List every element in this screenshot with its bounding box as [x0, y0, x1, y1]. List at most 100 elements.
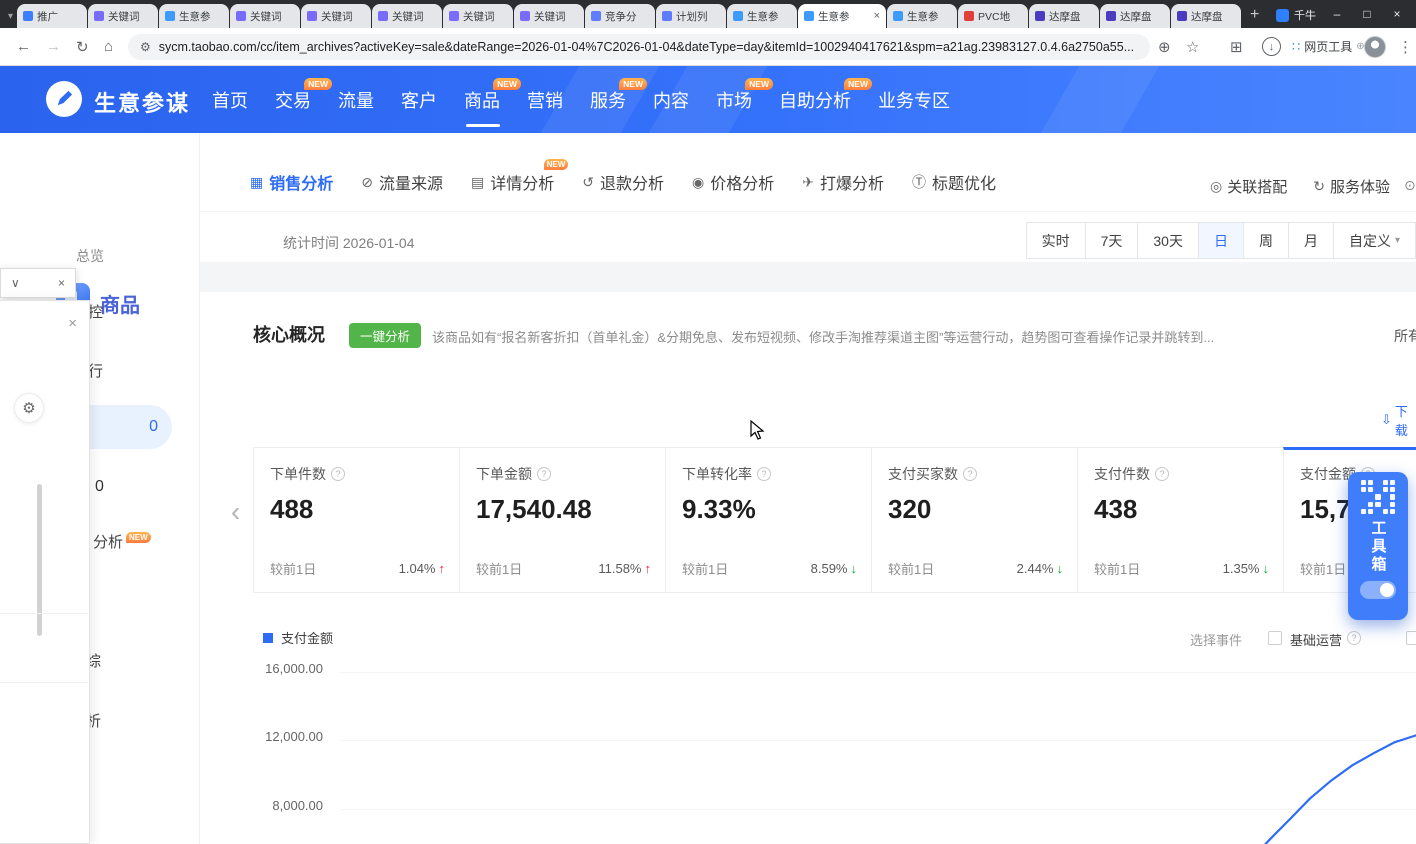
analysis-tab[interactable]: ▤ 详情分析 NEW [471, 170, 554, 194]
browser-menu-icon[interactable]: ⋮ [1398, 38, 1413, 56]
primary-nav-item[interactable]: 内容 NEW [653, 66, 689, 133]
forward-icon[interactable]: → [46, 38, 61, 55]
primary-nav-item[interactable]: 自助分析 NEW [779, 66, 851, 133]
date-range-button[interactable]: 7天 ▾ [1085, 222, 1139, 259]
tab-favicon [964, 11, 974, 21]
sycm-logo[interactable] [46, 81, 82, 117]
back-icon[interactable]: ← [16, 38, 31, 55]
gear-icon[interactable]: ⚙ [14, 393, 44, 423]
download-link[interactable]: ⇩ 下载 [1381, 401, 1416, 439]
analysis-tab[interactable]: ✈ 打爆分析 NEW [802, 170, 884, 194]
sidebar-menu-item[interactable]: 行 [88, 360, 103, 381]
one-click-analyze-button[interactable]: 一键分析 [349, 323, 421, 348]
browser-tab[interactable]: 达摩盘 × [1171, 4, 1241, 28]
analysis-tab[interactable]: ◉ 价格分析 NEW [692, 170, 774, 194]
tab-favicon [1035, 11, 1045, 21]
metric-card[interactable]: 支付件数 ? 438 较前1日 1.35% ↑ ↓ [1077, 447, 1284, 593]
browser-tab[interactable]: 生意参 × [798, 4, 886, 28]
window-control-button[interactable]: – [1322, 0, 1352, 28]
clipped-link-icon[interactable]: ⊙ [1404, 177, 1416, 194]
clipped-checkbox[interactable] [1406, 631, 1416, 645]
bookmark-star-icon[interactable]: ☆ [1186, 38, 1199, 56]
profile-avatar[interactable] [1364, 36, 1386, 58]
site-settings-icon[interactable]: ⚙ [140, 40, 151, 54]
date-range-button[interactable]: 周 ▾ [1243, 222, 1289, 259]
primary-nav-item[interactable]: 交易 NEW [275, 66, 311, 133]
collapse-icon[interactable]: ∨ [11, 276, 20, 290]
browser-tab[interactable]: 生意参 × [159, 4, 229, 28]
analysis-tab[interactable]: ⊘ 流量来源 NEW [361, 170, 443, 194]
reload-icon[interactable]: ↻ [76, 38, 89, 56]
toolbox-widget[interactable]: 工具箱 [1348, 472, 1408, 620]
toolbox-toggle[interactable] [1360, 581, 1396, 599]
sidebar-menu-item[interactable]: 控 [88, 301, 103, 322]
browser-tab[interactable]: 达摩盘 × [1029, 4, 1099, 28]
tab-close-icon[interactable]: × [874, 10, 880, 22]
window-control-button[interactable]: × [1382, 0, 1412, 28]
close-icon[interactable]: × [58, 276, 65, 290]
browser-tab[interactable]: 生意参 × [727, 4, 797, 28]
browser-tab[interactable]: 关键词 × [88, 4, 158, 28]
browser-tab[interactable]: 竞争分 × [585, 4, 655, 28]
analysis-tab[interactable]: ▦ 销售分析 NEW [250, 170, 333, 194]
browser-tab[interactable]: 达摩盘 × [1100, 4, 1170, 28]
primary-nav-item[interactable]: 客户 NEW [401, 66, 437, 133]
info-icon[interactable]: ? [331, 467, 345, 481]
date-range-button[interactable]: 30天 ▾ [1137, 222, 1199, 259]
primary-nav-item[interactable]: 业务专区 NEW [878, 66, 950, 133]
info-icon[interactable]: ? [757, 467, 771, 481]
date-range-button[interactable]: 自定义 ▾ [1333, 222, 1416, 259]
analysis-right-link[interactable]: ↻ 服务体验 [1313, 176, 1390, 197]
window-control-button[interactable]: □ [1352, 0, 1382, 28]
analysis-right-link[interactable]: ◎ 关联搭配 [1210, 176, 1287, 197]
primary-nav-item[interactable]: 营销 NEW [527, 66, 563, 133]
metrics-prev-arrow[interactable]: ‹ [231, 496, 240, 528]
analysis-tab[interactable]: ↺ 退款分析 NEW [582, 170, 664, 194]
primary-nav-item[interactable]: 首页 NEW [212, 66, 248, 133]
metric-card[interactable]: 下单件数 ? 488 较前1日 1.04% ↑ ↓ [253, 447, 460, 593]
metric-card[interactable]: 下单转化率 ? 9.33% 较前1日 8.59% ↑ ↓ [665, 447, 872, 593]
sidebar-menu-item[interactable]: 0 [95, 478, 104, 496]
info-icon[interactable]: ? [537, 467, 551, 481]
sidebar-menu-item[interactable]: 总览 [76, 246, 104, 266]
browser-tab[interactable]: 生意参 × [887, 4, 957, 28]
date-range-button[interactable]: 日 ▾ [1198, 222, 1244, 259]
primary-nav-item[interactable]: 商品 NEW [464, 66, 500, 133]
info-icon[interactable]: ? [1347, 631, 1361, 645]
nav-label: 首页 [212, 87, 248, 113]
window-controls: –□× [1322, 0, 1412, 28]
metric-card[interactable]: 支付买家数 ? 320 较前1日 2.44% ↑ ↓ [871, 447, 1078, 593]
browser-tab[interactable]: 关键词 × [372, 4, 442, 28]
date-range-button[interactable]: 月 ▾ [1288, 222, 1334, 259]
primary-nav-item[interactable]: 市场 NEW [716, 66, 752, 133]
new-tab-button[interactable]: + [1250, 6, 1259, 24]
home-icon[interactable]: ⌂ [104, 38, 113, 55]
browser-tab[interactable]: 关键词 × [301, 4, 371, 28]
info-icon[interactable]: ? [963, 467, 977, 481]
address-bar[interactable]: ⚙ sycm.taobao.com/cc/item_archives?activ… [128, 34, 1150, 60]
select-event-label[interactable]: 选择事件 [1190, 630, 1242, 649]
tab-search-icon[interactable]: ▾ [8, 11, 13, 22]
browser-tab[interactable]: PVC地 × [958, 4, 1028, 28]
sidebar-menu-item[interactable]: 0 [88, 405, 172, 449]
browser-tab[interactable]: 关键词 × [514, 4, 584, 28]
browser-tab[interactable]: 计划列 × [656, 4, 726, 28]
analysis-tab[interactable]: Ⓣ 标题优化 NEW [912, 170, 996, 194]
clipped-right-text[interactable]: 所有 [1394, 326, 1416, 346]
sidebar-menu-item[interactable]: 分析NEW [93, 531, 148, 552]
webtools-extension-button[interactable]: ∷ 网页工具 ⊕ [1292, 38, 1365, 55]
zoom-icon[interactable]: ⊕ [1158, 38, 1171, 56]
qianniu-badge[interactable]: 千牛 [1276, 7, 1316, 23]
downloads-icon[interactable]: ↓ [1262, 37, 1281, 56]
info-icon[interactable]: ? [1155, 467, 1169, 481]
browser-tab[interactable]: 关键词 × [443, 4, 513, 28]
extensions-icon[interactable]: ⊞ [1230, 38, 1243, 56]
close-icon[interactable]: × [68, 315, 77, 332]
metric-card[interactable]: 下单金额 ? 17,540.48 较前1日 11.58% ↑ ↓ [459, 447, 666, 593]
basic-ops-checkbox[interactable] [1268, 631, 1282, 645]
primary-nav-item[interactable]: 流量 NEW [338, 66, 374, 133]
date-range-button[interactable]: 实时 ▾ [1026, 222, 1086, 259]
primary-nav-item[interactable]: 服务 NEW [590, 66, 626, 133]
browser-tab[interactable]: 关键词 × [230, 4, 300, 28]
browser-tab[interactable]: 推广 × [17, 4, 87, 28]
